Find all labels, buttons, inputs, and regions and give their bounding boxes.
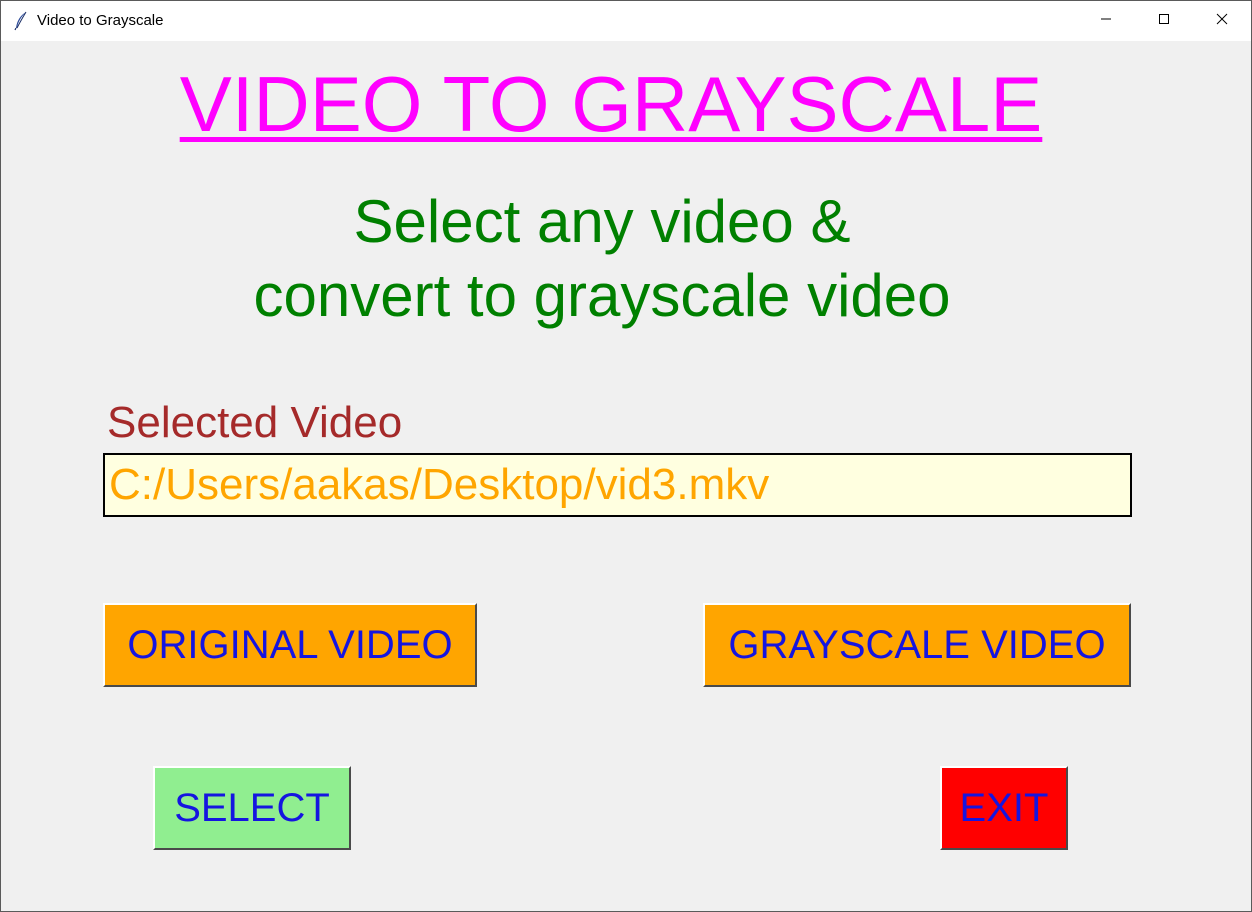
select-button[interactable]: SELECT <box>153 766 351 850</box>
feather-icon <box>13 11 29 31</box>
instructions-line-2: convert to grayscale video <box>253 262 951 329</box>
selected-video-label: Selected Video <box>107 398 403 447</box>
title-bar[interactable]: Video to Grayscale <box>1 1 1251 41</box>
maximize-icon <box>1158 12 1170 30</box>
app-window: Video to Grayscale VIDEO TO GRAYSCALE Se… <box>0 0 1252 912</box>
exit-button[interactable]: EXIT <box>940 766 1068 850</box>
minimize-icon <box>1100 12 1112 30</box>
instructions-line-1: Select any video & <box>353 188 851 255</box>
window-title: Video to Grayscale <box>37 12 164 29</box>
grayscale-video-button[interactable]: GRAYSCALE VIDEO <box>703 603 1131 687</box>
close-button[interactable] <box>1193 1 1251 41</box>
instructions-text: Select any video & convert to grayscale … <box>1 185 1203 333</box>
minimize-button[interactable] <box>1077 1 1135 41</box>
original-video-button[interactable]: ORIGINAL VIDEO <box>103 603 477 687</box>
page-title: VIDEO TO GRAYSCALE <box>179 60 1043 148</box>
selected-video-path-field[interactable]: C:/Users/aakas/Desktop/vid3.mkv <box>103 453 1132 517</box>
maximize-button[interactable] <box>1135 1 1193 41</box>
close-icon <box>1216 12 1228 30</box>
